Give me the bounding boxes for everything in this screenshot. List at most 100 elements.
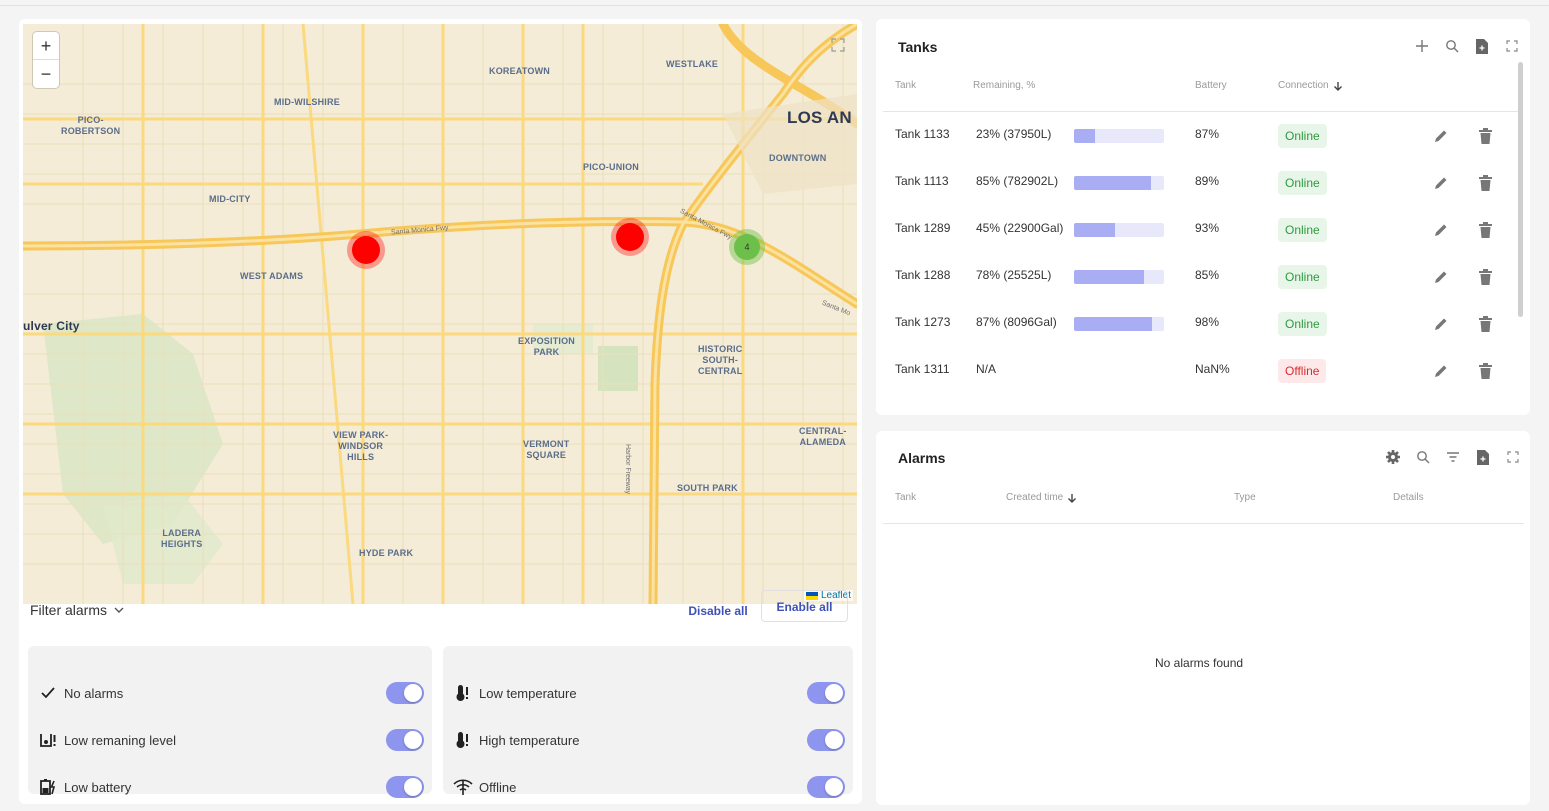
- zoom-in-button[interactable]: +: [33, 32, 59, 60]
- map-cluster-marker[interactable]: 4: [729, 229, 765, 265]
- table-row[interactable]: Tank 1273 87% (8096Gal) 98% Online: [876, 300, 1530, 346]
- road-label-harbor-freeway: Harbor Freeway: [624, 444, 631, 495]
- tanks-toolbar: [1414, 38, 1520, 54]
- delete-icon[interactable]: [1476, 315, 1494, 333]
- remaining-progress-bar: [1074, 270, 1164, 284]
- remaining-progress-bar: [1074, 317, 1164, 331]
- delete-icon[interactable]: [1476, 268, 1494, 286]
- status-badge: Online: [1278, 124, 1327, 148]
- tank-name: Tank 1311: [895, 362, 950, 376]
- table-row[interactable]: Tank 1133 23% (37950L) 87% Online: [876, 112, 1530, 158]
- tank-name: Tank 1289: [895, 221, 951, 235]
- map[interactable]: KOREATOWN WESTLAKE MID-WILSHIRE PICO- RO…: [23, 24, 857, 604]
- disable-all-button[interactable]: Disable all: [679, 596, 757, 626]
- edit-icon[interactable]: [1432, 315, 1450, 333]
- col-header-tank[interactable]: Tank: [895, 80, 916, 91]
- col-header-tank[interactable]: Tank: [895, 492, 916, 503]
- map-panel: KOREATOWN WESTLAKE MID-WILSHIRE PICO- RO…: [19, 19, 862, 804]
- no-alarms-toggle[interactable]: [386, 682, 424, 704]
- tanks-title: Tanks: [898, 39, 938, 55]
- tanks-scrollbar[interactable]: [1518, 62, 1523, 317]
- check-icon: [38, 683, 58, 703]
- empty-state-message: No alarms found: [1155, 656, 1244, 670]
- status-badge: Online: [1278, 265, 1327, 289]
- map-label-koreatown: KOREATOWN: [489, 66, 550, 76]
- tank-name: Tank 1113: [895, 174, 949, 188]
- filter-icon[interactable]: [1445, 449, 1461, 465]
- edit-icon[interactable]: [1432, 268, 1450, 286]
- map-cluster-marker[interactable]: [347, 231, 385, 269]
- delete-icon[interactable]: [1476, 127, 1494, 145]
- low-temperature-toggle[interactable]: [807, 682, 845, 704]
- search-icon[interactable]: [1415, 449, 1431, 465]
- map-label-vermont-square: VERMONT SQUARE: [523, 439, 570, 460]
- table-row[interactable]: Tank 1289 45% (22900Gal) 93% Online: [876, 206, 1530, 252]
- filter-item-high-temperature: High temperature: [443, 728, 853, 752]
- delete-icon[interactable]: [1476, 221, 1494, 239]
- alarms-toolbar: [1385, 449, 1521, 465]
- table-row[interactable]: Tank 1113 85% (782902L) 89% Online: [876, 159, 1530, 205]
- map-cluster-marker[interactable]: [611, 218, 649, 256]
- edit-icon[interactable]: [1432, 174, 1450, 192]
- col-header-connection[interactable]: Connection: [1278, 80, 1343, 91]
- offline-toggle[interactable]: [807, 776, 845, 798]
- remaining-progress-bar: [1074, 223, 1164, 237]
- tank-remaining: 23% (37950L): [976, 127, 1052, 141]
- enable-all-button[interactable]: Enable all: [761, 590, 848, 622]
- search-icon[interactable]: [1444, 38, 1460, 54]
- export-icon[interactable]: [1475, 449, 1491, 465]
- edit-icon[interactable]: [1432, 362, 1450, 380]
- tank-battery: 85%: [1195, 268, 1220, 282]
- gear-icon[interactable]: [1385, 449, 1401, 465]
- map-label-mid-city: MID-CITY: [209, 194, 251, 204]
- alarms-card: Alarms Tank Created time Type Details No…: [876, 431, 1530, 805]
- status-badge: Online: [1278, 218, 1327, 242]
- status-badge: Online: [1278, 312, 1327, 336]
- fullscreen-icon[interactable]: [1504, 38, 1520, 54]
- filter-alarms-title: Filter alarms: [30, 602, 108, 618]
- map-label-hyde-park: HYDE PARK: [359, 548, 414, 558]
- arrow-down-icon: [1068, 493, 1077, 503]
- tank-name: Tank 1288: [895, 268, 951, 282]
- status-badge: Offline: [1278, 359, 1327, 383]
- map-label-south-park: SOUTH PARK: [677, 483, 738, 493]
- low-level-toggle[interactable]: [386, 729, 424, 751]
- tanks-card: Tanks Tank Remaining, % Battery Connecti…: [876, 19, 1530, 415]
- high-temperature-toggle[interactable]: [807, 729, 845, 751]
- map-label-west-adams: WEST ADAMS: [240, 271, 304, 281]
- filter-group-right: Low temperature High temperature Offline: [443, 646, 853, 798]
- export-icon[interactable]: [1474, 38, 1490, 54]
- thermometer-alert-icon: [453, 683, 473, 703]
- filter-item-no-alarms: No alarms: [28, 681, 432, 705]
- arrow-down-icon: [1333, 81, 1342, 91]
- low-battery-toggle[interactable]: [386, 776, 424, 798]
- col-header-battery[interactable]: Battery: [1195, 80, 1227, 91]
- zoom-out-button[interactable]: −: [33, 60, 59, 88]
- add-icon[interactable]: [1414, 38, 1430, 54]
- tank-remaining: N/A: [976, 362, 997, 376]
- fullscreen-icon[interactable]: [831, 38, 845, 52]
- edit-icon[interactable]: [1432, 221, 1450, 239]
- edit-icon[interactable]: [1432, 127, 1450, 145]
- col-header-type[interactable]: Type: [1234, 492, 1256, 503]
- map-label-central-alameda: CENTRAL- ALAMEDA: [799, 426, 847, 447]
- tank-battery: 93%: [1195, 221, 1220, 235]
- col-header-created-time[interactable]: Created time: [1006, 492, 1077, 503]
- thermometer-alert-icon: [453, 730, 473, 750]
- table-row[interactable]: Tank 1288 78% (25525L) 85% Online: [876, 253, 1530, 299]
- tank-remaining: 78% (25525L): [976, 268, 1052, 282]
- col-header-remaining[interactable]: Remaining, %: [973, 80, 1035, 91]
- filter-alarms-toggle[interactable]: Filter alarms: [30, 602, 125, 618]
- table-row[interactable]: Tank 1311 N/A NaN% Offline: [876, 347, 1530, 393]
- map-label-pico-union: PICO-UNION: [583, 162, 639, 172]
- tank-remaining: 45% (22900Gal): [976, 221, 1064, 235]
- delete-icon[interactable]: [1476, 362, 1494, 380]
- status-badge: Online: [1278, 171, 1327, 195]
- delete-icon[interactable]: [1476, 174, 1494, 192]
- filter-item-offline: Offline: [443, 775, 853, 799]
- filter-item-low-level: Low remaning level: [28, 728, 432, 752]
- map-label-culver-city: ulver City: [23, 319, 80, 333]
- fullscreen-icon[interactable]: [1505, 449, 1521, 465]
- map-label-exposition-park: EXPOSITION PARK: [518, 336, 576, 357]
- map-label-los-angeles: LOS AN: [787, 108, 852, 127]
